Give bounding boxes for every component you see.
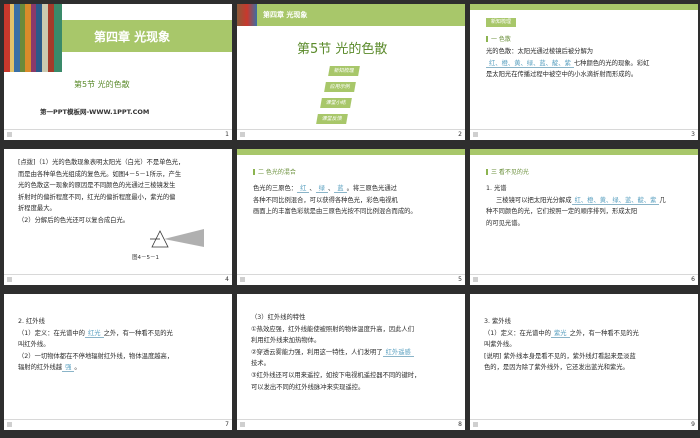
slide-footer: 4 (4, 274, 232, 285)
nav-button-new-knowledge[interactable]: 新知梳理 (328, 66, 360, 76)
slide-thumbnail-4[interactable]: [点拨]（1）光的色散现象表明太阳光（白光）不是单色光， 而是由各种单色光组成的… (4, 149, 232, 285)
slide-thumbnail-2[interactable]: 第四章 光现象 第5节 光的色散 新知梳理 应用示例 课堂小结 课堂反馈 2 (237, 4, 465, 140)
slide-icon (240, 277, 245, 282)
chapter-title: 第四章 光现象 (263, 11, 308, 19)
slide-thumbnail-1[interactable]: 第四章 光现象 第5节 光的色散 第一PPT模板网-WWW.1PPT.COM 1 (4, 4, 232, 140)
slide-icon (473, 277, 478, 282)
section-heading: 二 色光的混合 (253, 167, 296, 176)
chapter-title: 第四章 光现象 (94, 30, 171, 44)
answer-blank: 红光 (84, 329, 104, 338)
slide-icon (240, 132, 245, 137)
slide-thumbnail-5[interactable]: 二 色光的混合 色光的三原色：红、绿、蓝。将三原色光通过 各种不同比例混合，可以… (237, 149, 465, 285)
slide-footer: 6 (470, 274, 698, 285)
body-text: 2. 红外线 （1）定义：在光谱中的 红光 之外，有一种看不见的光 叫红外线。 （2… (18, 318, 174, 373)
template-credit: 第一PPT模板网-WWW.1PPT.COM (40, 108, 150, 116)
slide-thumbnail-9[interactable]: 3. 紫外线 （1）定义：在光谱中的 紫光 之外，有一种看不见的光 叫紫外线。 [说… (470, 294, 698, 430)
slide-number: 9 (691, 421, 695, 428)
slide-footer: 9 (470, 419, 698, 430)
slide-icon (7, 132, 12, 137)
answer-blank: 绿 (315, 185, 328, 193)
body-text: 色光的三原色：红、绿、蓝。将三原色光通过 各种不同比例混合，可以获得各种色光，彩… (253, 185, 417, 216)
slide-number: 2 (458, 131, 462, 138)
nav-button-examples[interactable]: 应用示例 (324, 82, 356, 92)
answer-blank: 红 (297, 185, 310, 193)
slide-footer: 1 (4, 129, 232, 140)
header-image (237, 4, 257, 26)
section-heading: 三 看不见的光 (486, 167, 529, 176)
top-accent-bar (470, 4, 698, 10)
slide-number: 4 (225, 276, 229, 283)
body-text: （3）红外线的特性 ①热效应强，红外线能使被照射的物体温度升高，因此人们 利用红… (251, 314, 421, 391)
body-text: [点拨]（1）光的色散现象表明太阳光（白光）不是单色光， 而是由各种单色光组成的… (18, 159, 185, 224)
slide-icon (473, 132, 478, 137)
slide-footer: 8 (237, 419, 465, 430)
bookshelf-image (4, 4, 62, 72)
prism-diagram (150, 229, 204, 248)
slide-thumbnail-7[interactable]: 2. 红外线 （1）定义：在光谱中的 红光 之外，有一种看不见的光 叫红外线。 （2… (4, 294, 232, 430)
section-heading: 一 色散 (486, 34, 511, 43)
body-text: 光的色散：太阳光通过棱镜后被分解为 红、橙、黄、绿、蓝、靛、紫 七种颜色的光的现象… (486, 48, 650, 79)
slide-thumbnail-6[interactable]: 三 看不见的光 1. 光谱 三棱镜可以把太阳光分解成 红、橙、黄、绿、蓝、靛、紫几… (470, 149, 698, 285)
slide-icon (7, 277, 12, 282)
top-accent-bar (470, 149, 698, 155)
section-tag: 新知梳理 (486, 18, 516, 27)
slide-footer: 7 (4, 419, 232, 430)
slide-footer: 3 (470, 129, 698, 140)
body-text: 3. 紫外线 （1）定义：在光谱中的 紫光 之外，有一种看不见的光 叫紫外线。 [说… (484, 318, 639, 372)
answer-blank: 红外遥感 (382, 348, 414, 357)
slide-thumbnail-8[interactable]: （3）红外线的特性 ①热效应强，红外线能使被照射的物体温度升高，因此人们 利用红… (237, 294, 465, 430)
answer-blank: 蓝 (334, 185, 347, 193)
nav-button-summary[interactable]: 课堂小结 (320, 98, 352, 108)
slide-number: 6 (691, 276, 695, 283)
section-subtitle: 第5节 光的色散 (74, 80, 130, 89)
slide-icon (473, 422, 478, 427)
slide-number: 5 (458, 276, 462, 283)
slide-footer: 2 (237, 129, 465, 140)
slide-icon (7, 422, 12, 427)
figure-caption: 图4－5－1 (132, 255, 159, 261)
top-accent-bar (237, 149, 465, 155)
slide-number: 7 (225, 421, 229, 428)
slide-thumbnail-3[interactable]: 新知梳理 一 色散 光的色散：太阳光通过棱镜后被分解为 红、橙、黄、绿、蓝、靛、… (470, 4, 698, 140)
slide-footer: 5 (237, 274, 465, 285)
slide-number: 1 (225, 131, 229, 138)
answer-blank: 红、橙、黄、绿、蓝、靛、紫 (571, 196, 660, 205)
answer-blank: 强 (62, 364, 75, 373)
nav-button-feedback[interactable]: 课堂反馈 (316, 114, 348, 124)
slide-sorter-view: { "slides": [ {"num":"1","chapter":"第四章 … (0, 0, 700, 438)
slide-number: 3 (691, 131, 695, 138)
slide-number: 8 (458, 421, 462, 428)
answer-blank: 紫光 (550, 329, 570, 338)
slide-icon (240, 422, 245, 427)
body-text: 1. 光谱 三棱镜可以把太阳光分解成 红、橙、黄、绿、蓝、靛、紫几 种不同颜色的光… (486, 185, 666, 227)
answer-blank: 红、橙、黄、绿、蓝、靛、紫 (486, 59, 574, 68)
section-title: 第5节 光的色散 (297, 42, 388, 57)
